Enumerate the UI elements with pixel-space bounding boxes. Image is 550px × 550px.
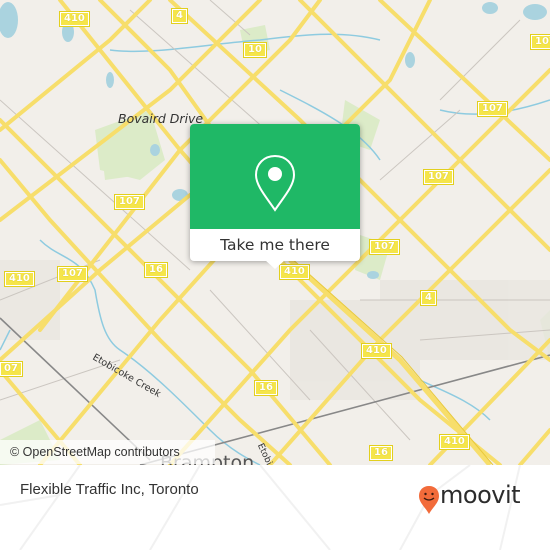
- route-shield-410: 410: [439, 434, 470, 450]
- route-shield-410: 410: [4, 271, 35, 287]
- location-popup: Take me there: [190, 124, 360, 269]
- route-shield-107: 107: [423, 169, 454, 185]
- take-me-there-button[interactable]: Take me there: [190, 229, 360, 261]
- route-shield-16: 16: [254, 380, 278, 396]
- place-title: Flexible Traffic Inc, Toronto: [20, 481, 199, 498]
- map-attribution[interactable]: © OpenStreetMap contributors: [0, 440, 215, 464]
- route-shield-410: 410: [361, 343, 392, 359]
- route-shield-107: 107: [530, 34, 550, 50]
- popup-header: [190, 124, 360, 229]
- route-shield-16: 16: [144, 262, 168, 278]
- route-shield-10: 10: [243, 42, 267, 58]
- route-shield-107: 107: [57, 266, 88, 282]
- moovit-wordmark: moovit: [440, 481, 521, 509]
- route-shield-4: 4: [420, 290, 437, 306]
- moovit-pin-icon: [419, 486, 439, 514]
- popup-tail: [265, 260, 285, 269]
- blocks: [0, 260, 550, 400]
- route-shield-107: 107: [114, 194, 145, 210]
- footer: Flexible Traffic Inc, Toronto moovit: [0, 465, 550, 550]
- route-shield-107: 107: [369, 239, 400, 255]
- route-shield-107: 07: [0, 361, 23, 377]
- map-pin-icon: [254, 154, 296, 212]
- route-shield-410: 410: [59, 11, 90, 27]
- route-shield-4: 4: [171, 8, 188, 24]
- map[interactable]: 410 4 10 107 107 107 107 107 107 07 16 1…: [0, 0, 550, 465]
- route-shield-16: 16: [369, 445, 393, 461]
- route-shield-107: 107: [477, 101, 508, 117]
